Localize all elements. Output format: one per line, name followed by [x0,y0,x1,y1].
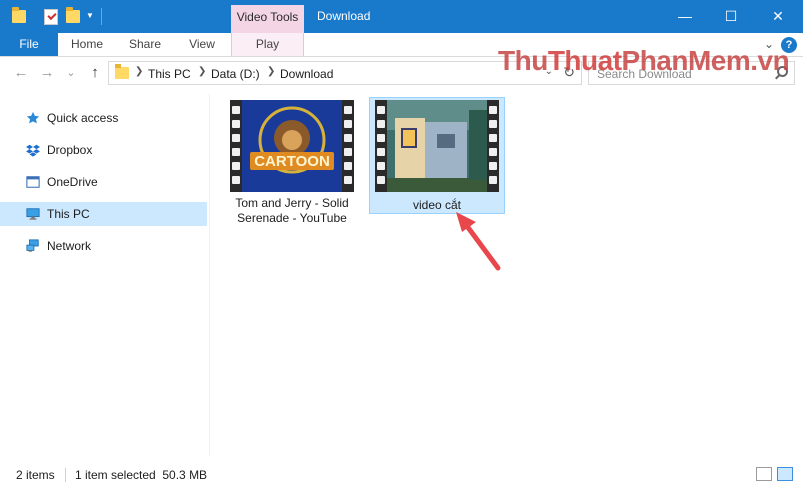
svg-text:CARTOON: CARTOON [254,153,330,170]
selection-info: 1 item selected 50.3 MB [75,468,208,482]
annotation-arrow [456,212,501,271]
breadcrumb-data-d[interactable]: Data (D:) [211,67,260,81]
film-strip [342,100,354,192]
recent-locations-button[interactable]: ⌄ [62,64,80,82]
nav-item-onedrive[interactable]: OneDrive [0,170,207,194]
tab-home[interactable]: Home [64,33,110,56]
file-tile-selected[interactable]: video cắt [369,97,505,214]
video-tools-header: Video Tools [231,5,304,33]
status-divider [65,468,66,482]
folder-icon [115,64,129,79]
new-folder-icon[interactable] [66,7,80,23]
details-view-icon[interactable] [756,467,772,481]
nav-item-label: Network [47,239,92,253]
video-thumbnail: CARTOON [230,100,354,192]
breadcrumb-this-pc[interactable]: This PC [148,67,191,81]
nav-item-network[interactable]: Network [0,234,207,258]
quick-access-divider [101,8,102,25]
tab-play[interactable]: Play [231,33,304,56]
nav-item-label: Dropbox [47,143,93,157]
computer-icon [26,208,40,220]
breadcrumb-download[interactable]: Download [280,67,333,81]
house-scene-frame [387,100,487,192]
video-thumbnail [375,100,499,192]
nav-item-quick-access[interactable]: Quick access [0,106,207,130]
cloud-icon [26,176,40,188]
close-button[interactable]: ✕ [755,0,801,33]
chevron-right-icon[interactable]: ❯ [267,66,275,77]
watermark-logo: ThuThuatPhanMem.vn [498,45,790,76]
forward-button[interactable]: → [38,64,56,82]
chevron-right-icon[interactable]: ❯ [135,66,143,77]
tab-share[interactable]: Share [122,33,168,56]
nav-item-label: Quick access [47,111,119,125]
quick-access-dropdown-icon[interactable]: ▼ [86,12,94,20]
tab-file[interactable]: File [0,33,58,56]
dropbox-icon [26,144,40,157]
nav-item-label: This PC [47,207,90,221]
tab-view[interactable]: View [180,33,224,56]
navigation-pane: Quick access Dropbox OneDrive This PC Ne… [0,94,210,456]
film-strip [375,100,387,192]
title-bar: ▼ Video Tools Download — ☐ ✕ [0,0,803,33]
network-icon [26,239,39,252]
cartoon-title-frame: CARTOON [242,100,342,192]
maximize-button[interactable]: ☐ [708,0,754,33]
item-count: 2 items [16,468,55,482]
nav-item-dropbox[interactable]: Dropbox [0,138,207,162]
properties-icon[interactable] [44,9,58,25]
nav-item-label: OneDrive [47,175,98,189]
back-button[interactable]: ← [12,64,30,82]
status-bar: 2 items 1 item selected 50.3 MB [0,462,803,488]
folder-icon[interactable] [12,7,26,23]
chevron-right-icon[interactable]: ❯ [198,66,206,77]
window-title: Download [317,9,371,23]
film-strip [230,100,242,192]
minimize-button[interactable]: — [662,0,708,33]
nav-item-this-pc[interactable]: This PC [0,202,207,226]
up-button[interactable]: ↑ [86,64,104,82]
large-icons-view-icon[interactable] [777,467,793,481]
file-tile[interactable]: CARTOON Tom and Jerry - Solid Serenade -… [230,98,354,234]
star-icon [26,111,40,124]
film-strip [487,100,499,192]
file-name: Tom and Jerry - Solid Serenade - YouTube [235,196,349,225]
